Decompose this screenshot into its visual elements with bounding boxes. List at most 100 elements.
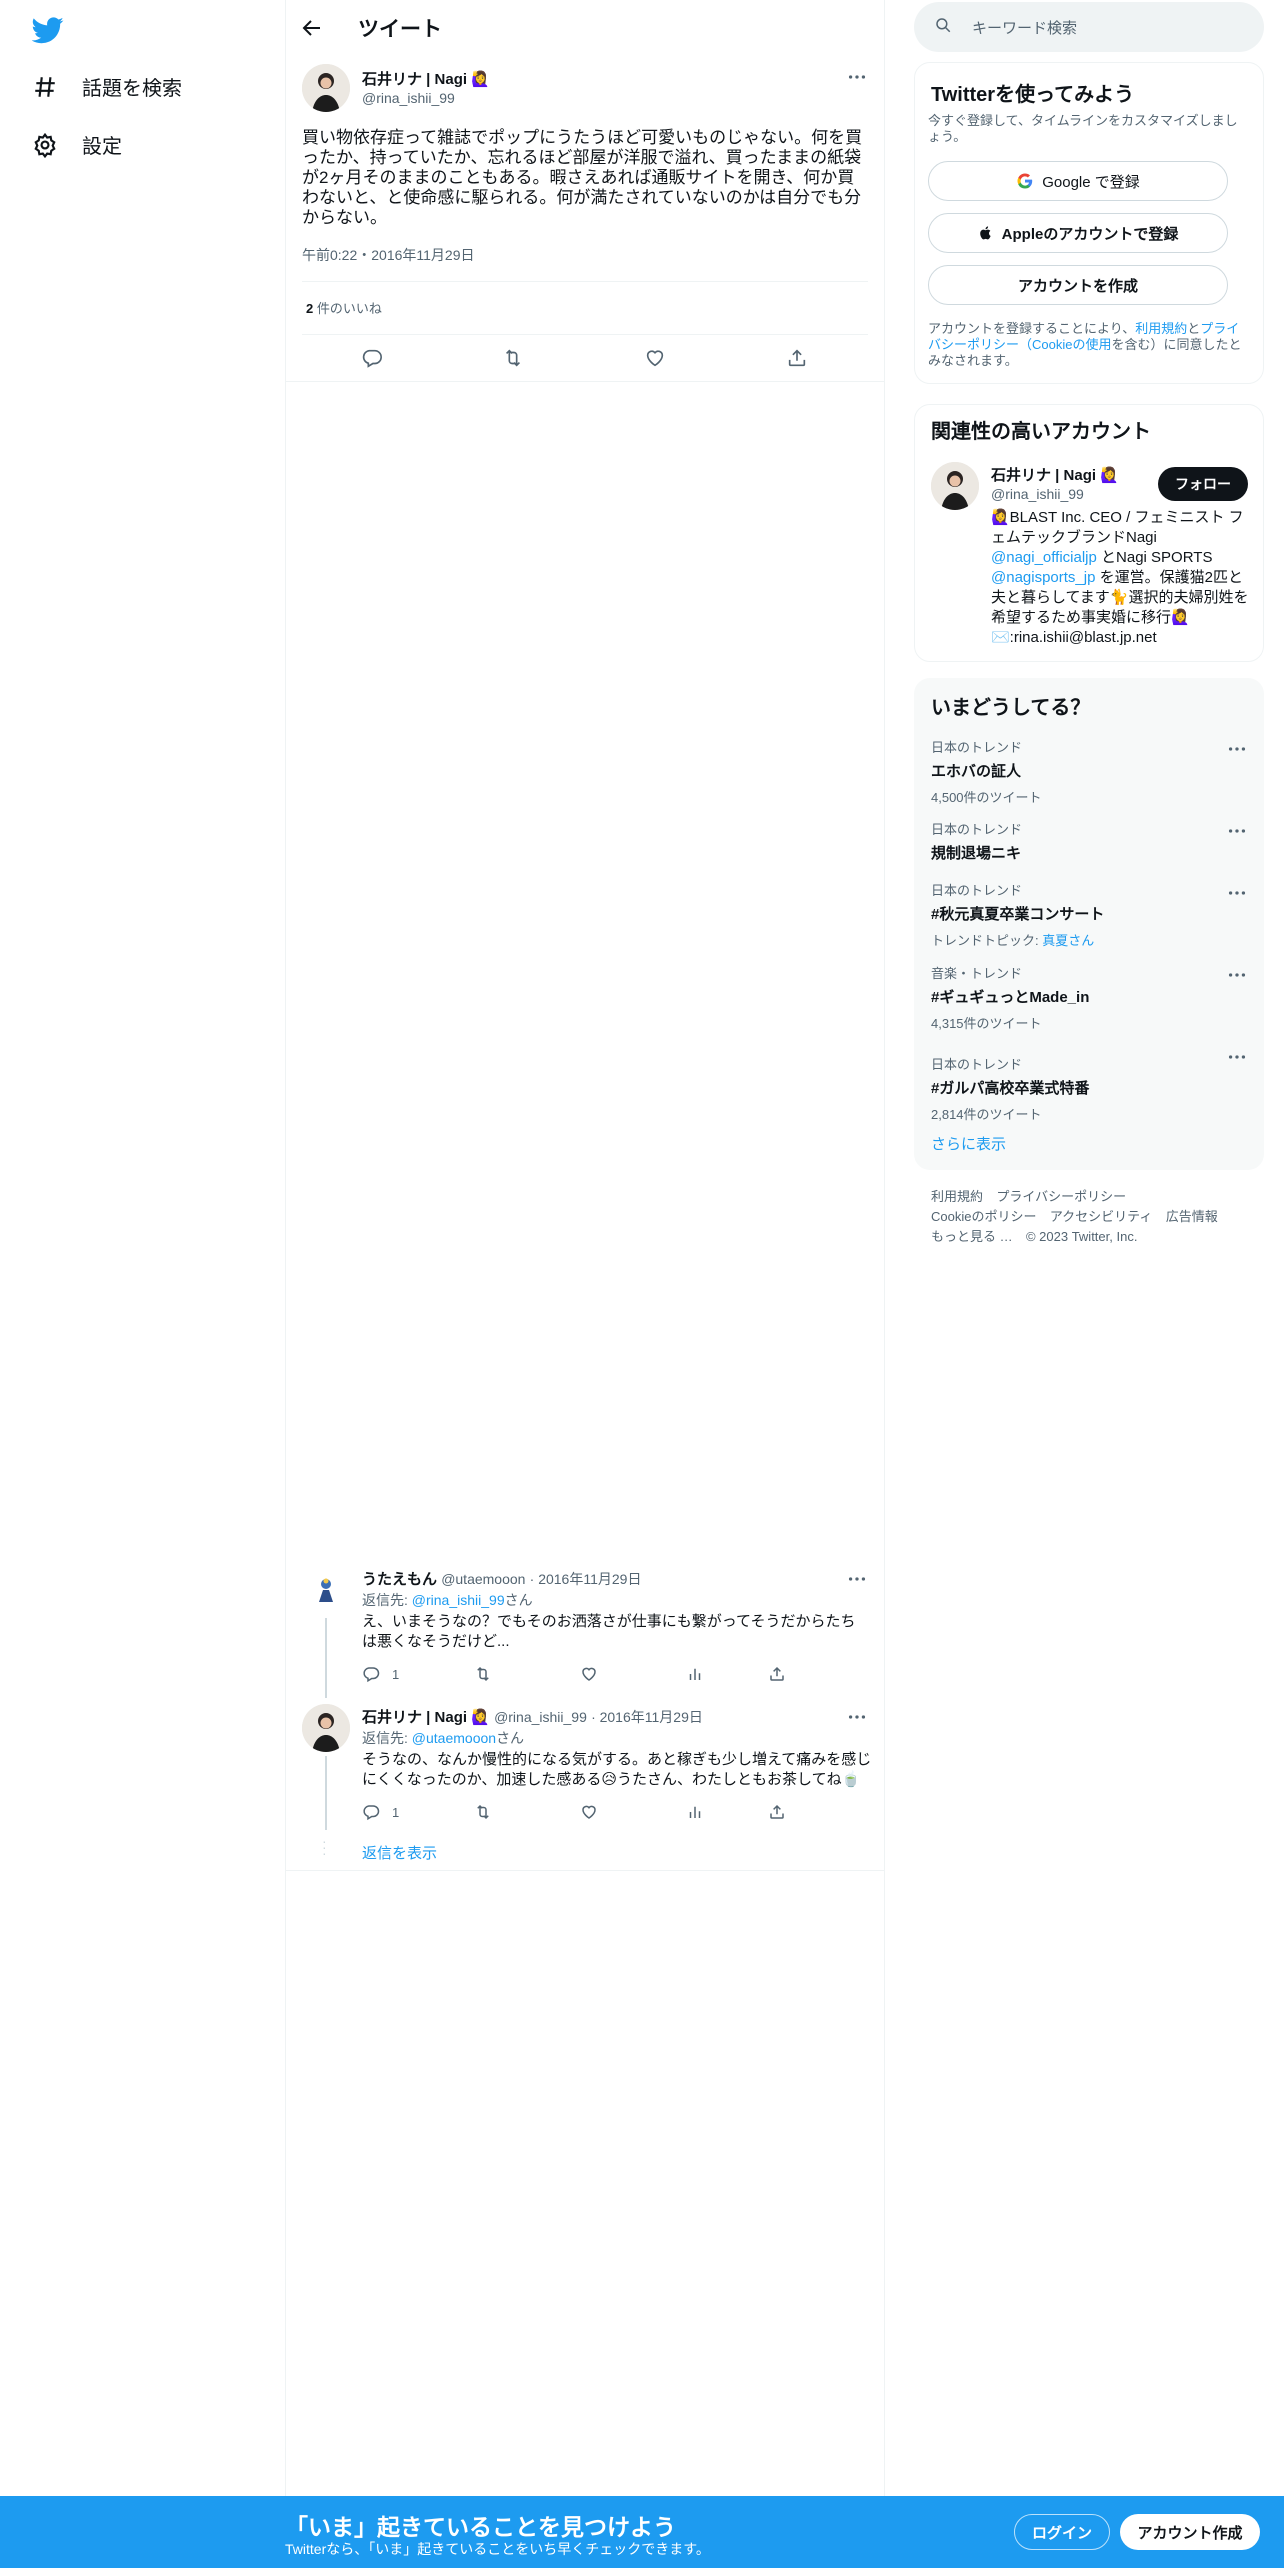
avatar[interactable]: [302, 1704, 350, 1752]
trend-meta: 日本のトレンド: [931, 1057, 1023, 1072]
analytics-icon[interactable]: [686, 1665, 704, 1683]
related-account-handle[interactable]: @rina_ishii_99: [991, 486, 1084, 502]
reply-icon[interactable]: [362, 1665, 380, 1683]
avatar[interactable]: [302, 1566, 350, 1614]
legal-text-1: アカウントを登録することにより、: [928, 321, 1136, 336]
reply-to-handle[interactable]: @rina_ishii_99: [412, 1592, 505, 1608]
thread-line: [325, 1756, 327, 1830]
retweet-icon[interactable]: [474, 1803, 492, 1821]
reply-icon[interactable]: [361, 347, 383, 369]
bio-link-nagisports[interactable]: @nagisports_jp: [991, 569, 1095, 586]
trend-title: エホバの証人: [931, 763, 1022, 780]
create-account-label: アカウントを作成: [1017, 277, 1138, 295]
like-icon[interactable]: [644, 347, 666, 369]
column-divider-left: [285, 0, 286, 2496]
reply-author-name[interactable]: うたえもん: [362, 1571, 437, 1588]
footer-cookie-link[interactable]: Cookieのポリシー: [931, 1209, 1036, 1224]
reply-icon[interactable]: [362, 1803, 380, 1821]
apple-signup-button[interactable]: Appleのアカウントで登録: [928, 213, 1228, 253]
divider: [302, 281, 868, 282]
related-account-name[interactable]: 石井リナ | Nagi 🙋‍♀️: [991, 464, 1119, 485]
share-icon[interactable]: [768, 1665, 786, 1683]
nav-settings[interactable]: 設定: [32, 130, 122, 159]
reply-author-handle[interactable]: @rina_ishii_99: [494, 1709, 587, 1725]
trend-more-icon[interactable]: [1226, 738, 1248, 760]
trend-topic-link[interactable]: 真夏さん: [1042, 933, 1094, 948]
trend-more-icon[interactable]: [1226, 820, 1248, 842]
reply-to-label: 返信先:: [362, 1592, 408, 1608]
nav-explore-label: 話題を検索: [82, 78, 182, 100]
likes-count[interactable]: 2 件のいいね: [306, 298, 382, 317]
google-signup-label: Google で登録: [1042, 173, 1140, 191]
terms-link[interactable]: 利用規約: [1135, 321, 1187, 336]
search-input[interactable]: [914, 2, 1264, 52]
footer-terms-link[interactable]: 利用規約: [931, 1189, 983, 1204]
related-accounts-title: 関連性の高いアカウント: [931, 421, 1151, 443]
gear-icon: [32, 132, 58, 158]
divider: [286, 381, 884, 382]
signup-card-title: Twitterを使ってみよう: [931, 84, 1135, 106]
trend-item[interactable]: 日本のトレンド エホバの証人 4,500件のツイート: [931, 737, 1042, 806]
more-options-icon[interactable]: [846, 1706, 868, 1728]
share-icon[interactable]: [768, 1803, 786, 1821]
reply-date[interactable]: · 2016年11月29日: [530, 1571, 642, 1587]
hashtag-icon: [32, 74, 58, 100]
like-icon[interactable]: [580, 1803, 598, 1821]
avatar[interactable]: [302, 64, 350, 112]
signup-card-subtitle: 今すぐ登録して、タイムラインをカスタマイズしましょう。: [928, 113, 1238, 144]
footer-accessibility-link[interactable]: アクセシビリティ: [1050, 1209, 1153, 1224]
follow-button[interactable]: フォロー: [1158, 467, 1248, 501]
legal-and: と: [1187, 321, 1201, 336]
trend-more-icon[interactable]: [1226, 964, 1248, 986]
reply-header: うたえもん @utaemooon · 2016年11月29日: [362, 1568, 641, 1589]
analytics-icon[interactable]: [686, 1803, 704, 1821]
reply-author-handle[interactable]: @utaemooon: [441, 1571, 525, 1587]
google-icon: [1016, 172, 1034, 190]
trend-item[interactable]: 日本のトレンド #秋元真夏卒業コンサート トレンドトピック: 真夏さん: [931, 880, 1104, 949]
create-account-button[interactable]: アカウントを作成: [928, 265, 1228, 305]
retweet-icon[interactable]: [474, 1665, 492, 1683]
footer-privacy-link[interactable]: プライバシーポリシー: [996, 1189, 1126, 1204]
divider: [286, 1870, 884, 1871]
trend-more-icon[interactable]: [1226, 882, 1248, 904]
twitter-logo-icon[interactable]: [32, 14, 64, 46]
page-title: ツイート: [358, 18, 442, 41]
nav-explore[interactable]: 話題を検索: [32, 72, 182, 101]
reply-author-name[interactable]: 石井リナ | Nagi 🙋‍♀️: [362, 1709, 490, 1726]
reply-count: 1: [392, 1805, 400, 1820]
thread-dots: · · ·: [322, 1833, 327, 1861]
avatar[interactable]: [931, 462, 979, 510]
trend-title: #ガルパ高校卒業式特番: [931, 1080, 1090, 1097]
google-signup-button[interactable]: Google で登録: [928, 161, 1228, 201]
bio-link-nagi[interactable]: @nagi_officialjp: [991, 549, 1097, 566]
bio-text-2: とNagi SPORTS: [1096, 549, 1213, 566]
reply-to-handle[interactable]: @utaemooon: [412, 1730, 496, 1746]
trend-item[interactable]: 日本のトレンド 規制退場ニキ: [931, 819, 1022, 863]
tweet-author-handle[interactable]: @rina_ishii_99: [362, 90, 455, 106]
share-icon[interactable]: [786, 347, 808, 369]
login-button[interactable]: ログイン: [1014, 2514, 1110, 2550]
footer-ads-link[interactable]: 広告情報: [1166, 1209, 1218, 1224]
signup-button[interactable]: アカウント作成: [1120, 2514, 1260, 2550]
back-arrow-icon[interactable]: [300, 16, 324, 40]
show-replies-link[interactable]: 返信を表示: [362, 1842, 437, 1863]
retweet-icon[interactable]: [502, 347, 524, 369]
like-icon[interactable]: [580, 1665, 598, 1683]
trend-item[interactable]: 音楽・トレンド #ギュギュっとMade_in 4,315件のツイート: [931, 963, 1089, 1032]
thread-line: [325, 1618, 327, 1698]
column-divider-right: [884, 0, 885, 2496]
reply-date[interactable]: · 2016年11月29日: [591, 1709, 703, 1725]
reply-count: 1: [392, 1667, 400, 1682]
tweet-author-name[interactable]: 石井リナ | Nagi 🙋‍♀️: [362, 68, 490, 89]
reply-to-suffix: さん: [504, 1592, 533, 1608]
trend-title: #ギュギュっとMade_in: [931, 989, 1090, 1006]
trend-item[interactable]: 日本のトレンド #ガルパ高校卒業式特番 2,814件のツイート: [931, 1054, 1089, 1123]
trend-more-icon[interactable]: [1226, 1046, 1248, 1068]
likes-label: 件のいいね: [316, 301, 382, 316]
footer-more-link[interactable]: もっと見る …: [931, 1229, 1013, 1244]
tweet-timestamp[interactable]: 午前0:22・2016年11月29日: [302, 245, 475, 265]
more-options-icon[interactable]: [846, 66, 868, 88]
more-options-icon[interactable]: [846, 1568, 868, 1590]
show-more-trends-link[interactable]: さらに表示: [931, 1133, 1006, 1154]
search-placeholder: キーワード検索: [972, 20, 1078, 37]
